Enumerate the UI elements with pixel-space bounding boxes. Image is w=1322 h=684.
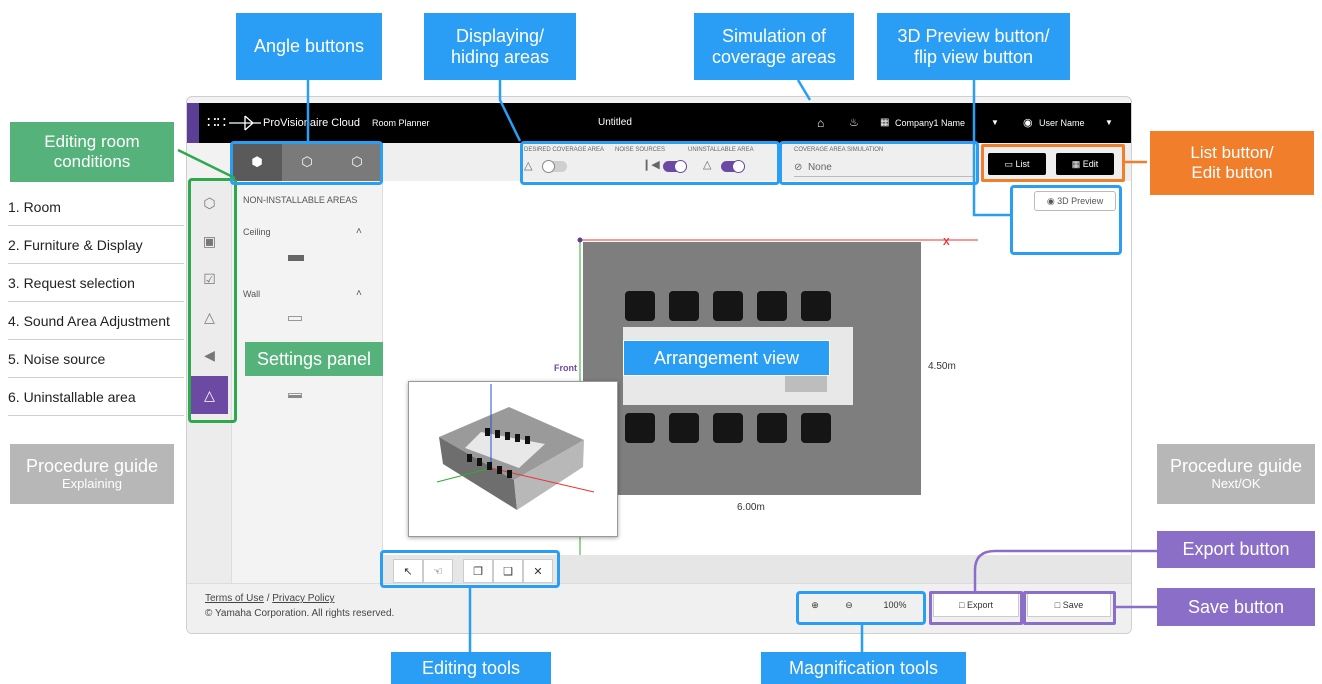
callout-line: Settings panel (256, 348, 372, 369)
callout-line: Export button (1182, 539, 1290, 560)
callout-line: Procedure guide (1169, 456, 1303, 477)
callout-subline: Next/OK (1211, 475, 1261, 491)
callout-line: flip view button (913, 46, 1034, 67)
callout-line: hiding areas (450, 46, 550, 67)
callout-line: coverage areas (711, 46, 837, 67)
callout-line: Magnification tools (788, 657, 939, 678)
callout-line: Displaying/ (455, 25, 545, 46)
arrangement-view-callout: Arrangement view (623, 340, 830, 376)
editing-tools-callout: Editing tools (391, 652, 551, 684)
callout-line: Save button (1187, 596, 1285, 617)
callout-line: Edit button (1191, 163, 1273, 182)
magnification-callout: Magnification tools (761, 652, 966, 684)
simulation-callout: Simulation of coverage areas (694, 13, 854, 80)
list-edit-callout: List button/ Edit button (1150, 131, 1314, 195)
callout-line: Arrangement view (653, 347, 800, 368)
callout-line: List button/ (1190, 143, 1274, 163)
display-areas-callout: Displaying/ hiding areas (424, 13, 576, 80)
save-callout: Save button (1157, 588, 1315, 626)
settings-panel-callout: Settings panel (245, 342, 383, 376)
callout-line: Angle buttons (253, 36, 365, 57)
procedure-guide-right-callout: Procedure guide Next/OK (1157, 444, 1315, 504)
callout-line: Simulation of (721, 25, 827, 46)
angle-buttons-callout: Angle buttons (236, 13, 382, 80)
callout-line: Editing tools (421, 657, 521, 678)
callout-line: 3D Preview button/ (897, 25, 1050, 46)
export-callout: Export button (1157, 531, 1315, 568)
3d-preview-callout: 3D Preview button/ flip view button (877, 13, 1070, 80)
